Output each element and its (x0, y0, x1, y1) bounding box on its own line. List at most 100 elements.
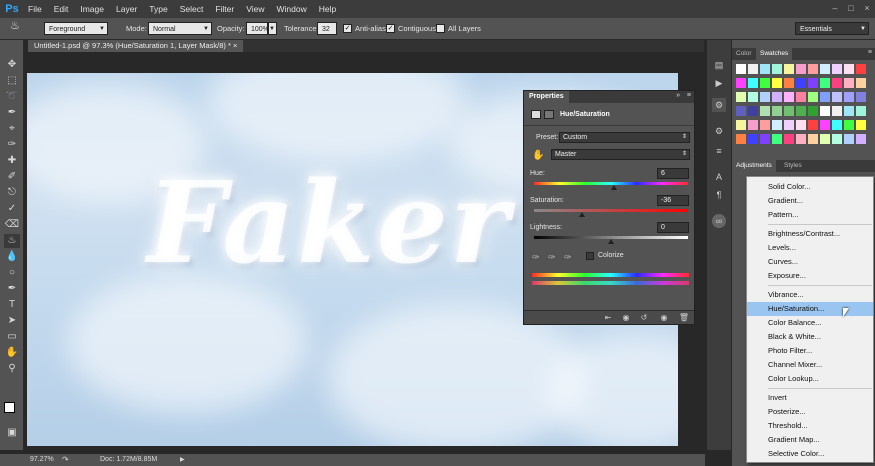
color-swatch[interactable] (736, 92, 746, 102)
eyedropper-icon[interactable]: ✑ (532, 252, 540, 263)
paint-bucket-icon[interactable]: ♨ (10, 21, 20, 32)
menu-item-brightness-contrast[interactable]: Brightness/Contrast... (747, 227, 873, 241)
marquee-tool-icon[interactable]: ⬚ (4, 74, 20, 88)
color-swatch[interactable] (856, 106, 866, 116)
collapse-icon[interactable]: » (676, 92, 680, 99)
tab-adjustments[interactable]: Adjustments (732, 160, 776, 172)
color-swatch[interactable] (832, 106, 842, 116)
color-swatch[interactable] (748, 64, 758, 74)
menu-item-threshold[interactable]: Threshold... (747, 419, 873, 433)
status-export-icon[interactable]: ↷ (62, 454, 69, 466)
color-swatch[interactable] (772, 120, 782, 130)
saturation-input[interactable]: -36 (657, 195, 689, 206)
path-select-icon[interactable]: ➤ (4, 314, 20, 328)
menu-image[interactable]: Image (74, 0, 110, 18)
tab-color[interactable]: Color (732, 48, 756, 60)
color-swatch[interactable] (844, 120, 854, 130)
clone-stamp-icon[interactable]: ⎋ (4, 186, 20, 200)
workspace-select[interactable]: Essentials ▼ (795, 22, 869, 35)
color-swatch[interactable] (784, 78, 794, 88)
color-swatch[interactable] (832, 134, 842, 144)
color-swatch[interactable] (796, 92, 806, 102)
lightness-input[interactable]: 0 (657, 222, 689, 233)
menu-item-gradient[interactable]: Gradient... (747, 194, 873, 208)
color-swatch[interactable] (772, 64, 782, 74)
menu-item-hue-saturation[interactable]: Hue/Saturation... (747, 302, 873, 316)
color-swatch[interactable] (784, 120, 794, 130)
color-swatch[interactable] (748, 78, 758, 88)
menu-item-channel-mixer[interactable]: Channel Mixer... (747, 358, 873, 372)
menu-item-solid-color[interactable]: Solid Color... (747, 180, 873, 194)
color-swatch[interactable] (748, 106, 758, 116)
quick-mask-icon[interactable]: ▣ (4, 426, 20, 440)
clip-to-layer-icon[interactable]: ⇤ (602, 313, 614, 323)
color-swatch[interactable] (736, 64, 746, 74)
color-swatch[interactable] (820, 134, 830, 144)
menu-item-photo-filter[interactable]: Photo Filter... (747, 344, 873, 358)
history-icon[interactable]: ▤ (712, 58, 726, 72)
color-swatch[interactable] (796, 106, 806, 116)
opacity-dropdown[interactable]: ▼ (268, 22, 277, 35)
color-swatch[interactable] (832, 120, 842, 130)
mask-icon[interactable] (544, 110, 554, 119)
color-swatch[interactable] (796, 64, 806, 74)
menu-item-color-balance[interactable]: Color Balance... (747, 316, 873, 330)
color-swatch[interactable] (808, 134, 818, 144)
color-swatch[interactable] (796, 78, 806, 88)
close-icon[interactable]: × (860, 2, 874, 15)
color-swatch[interactable] (820, 92, 830, 102)
menu-layer[interactable]: Layer (110, 0, 143, 18)
menu-item-invert[interactable]: Invert (747, 391, 873, 405)
color-swatch[interactable] (808, 106, 818, 116)
minimize-icon[interactable]: – (828, 2, 842, 15)
mode-select[interactable]: Normal ▼ (148, 22, 212, 35)
menu-item-pattern[interactable]: Pattern... (747, 208, 873, 222)
menu-file[interactable]: File (22, 0, 48, 18)
menu-help[interactable]: Help (313, 0, 342, 18)
menu-window[interactable]: Window (270, 0, 312, 18)
contiguous-checkbox[interactable]: ✓ (386, 24, 395, 33)
color-swatch[interactable] (784, 106, 794, 116)
eyedropper-tool-icon[interactable]: ✑ (4, 138, 20, 152)
menu-view[interactable]: View (240, 0, 270, 18)
color-swatch[interactable] (808, 92, 818, 102)
saturation-slider[interactable] (534, 209, 688, 212)
kuler-icon[interactable]: ∞ (712, 214, 726, 228)
move-tool-icon[interactable]: ✥ (4, 58, 20, 72)
color-swatch[interactable] (856, 120, 866, 130)
reset-icon[interactable]: ↺ (638, 313, 650, 323)
menu-type[interactable]: Type (143, 0, 173, 18)
saturation-slider-thumb[interactable] (579, 212, 585, 217)
color-swatch[interactable] (784, 134, 794, 144)
menu-item-vibrance[interactable]: Vibrance... (747, 288, 873, 302)
color-swatch[interactable] (844, 78, 854, 88)
color-swatch[interactable] (772, 106, 782, 116)
color-swatch[interactable] (748, 120, 758, 130)
pen-tool-icon[interactable]: ✒ (4, 282, 20, 296)
channel-select[interactable]: Master ⇕ (551, 149, 690, 160)
menu-filter[interactable]: Filter (209, 0, 240, 18)
adjustment-icon[interactable] (531, 110, 541, 119)
menu-item-gradient-map[interactable]: Gradient Map... (747, 433, 873, 447)
menu-edit[interactable]: Edit (48, 0, 75, 18)
eyedropper-plus-icon[interactable]: ✑ (548, 252, 556, 263)
blur-tool-icon[interactable]: 💧 (4, 250, 20, 264)
color-swatch[interactable] (760, 120, 770, 130)
lightness-slider-thumb[interactable] (608, 239, 614, 244)
hue-input[interactable]: 6 (657, 168, 689, 179)
color-swatch[interactable] (844, 92, 854, 102)
menu-item-selective-color[interactable]: Selective Color... (747, 447, 873, 461)
hand-target-icon[interactable]: ✋ (532, 150, 544, 161)
close-icon[interactable]: × (233, 41, 237, 50)
color-swatch[interactable] (856, 78, 866, 88)
color-swatch[interactable] (760, 106, 770, 116)
menu-select[interactable]: Select (174, 0, 210, 18)
document-tab[interactable]: Untitled-1.psd @ 97.3% (Hue/Saturation 1… (28, 40, 244, 52)
panel-menu-icon[interactable]: ≡ (868, 49, 872, 56)
color-swatch[interactable] (808, 64, 818, 74)
opacity-input[interactable]: 100% (246, 22, 269, 35)
quick-select-tool-icon[interactable]: ✒ (4, 106, 20, 120)
preset-select[interactable]: Custom ⇕ (559, 132, 690, 143)
swatches-grid[interactable] (732, 60, 875, 154)
crop-tool-icon[interactable]: ⌖ (4, 122, 20, 136)
